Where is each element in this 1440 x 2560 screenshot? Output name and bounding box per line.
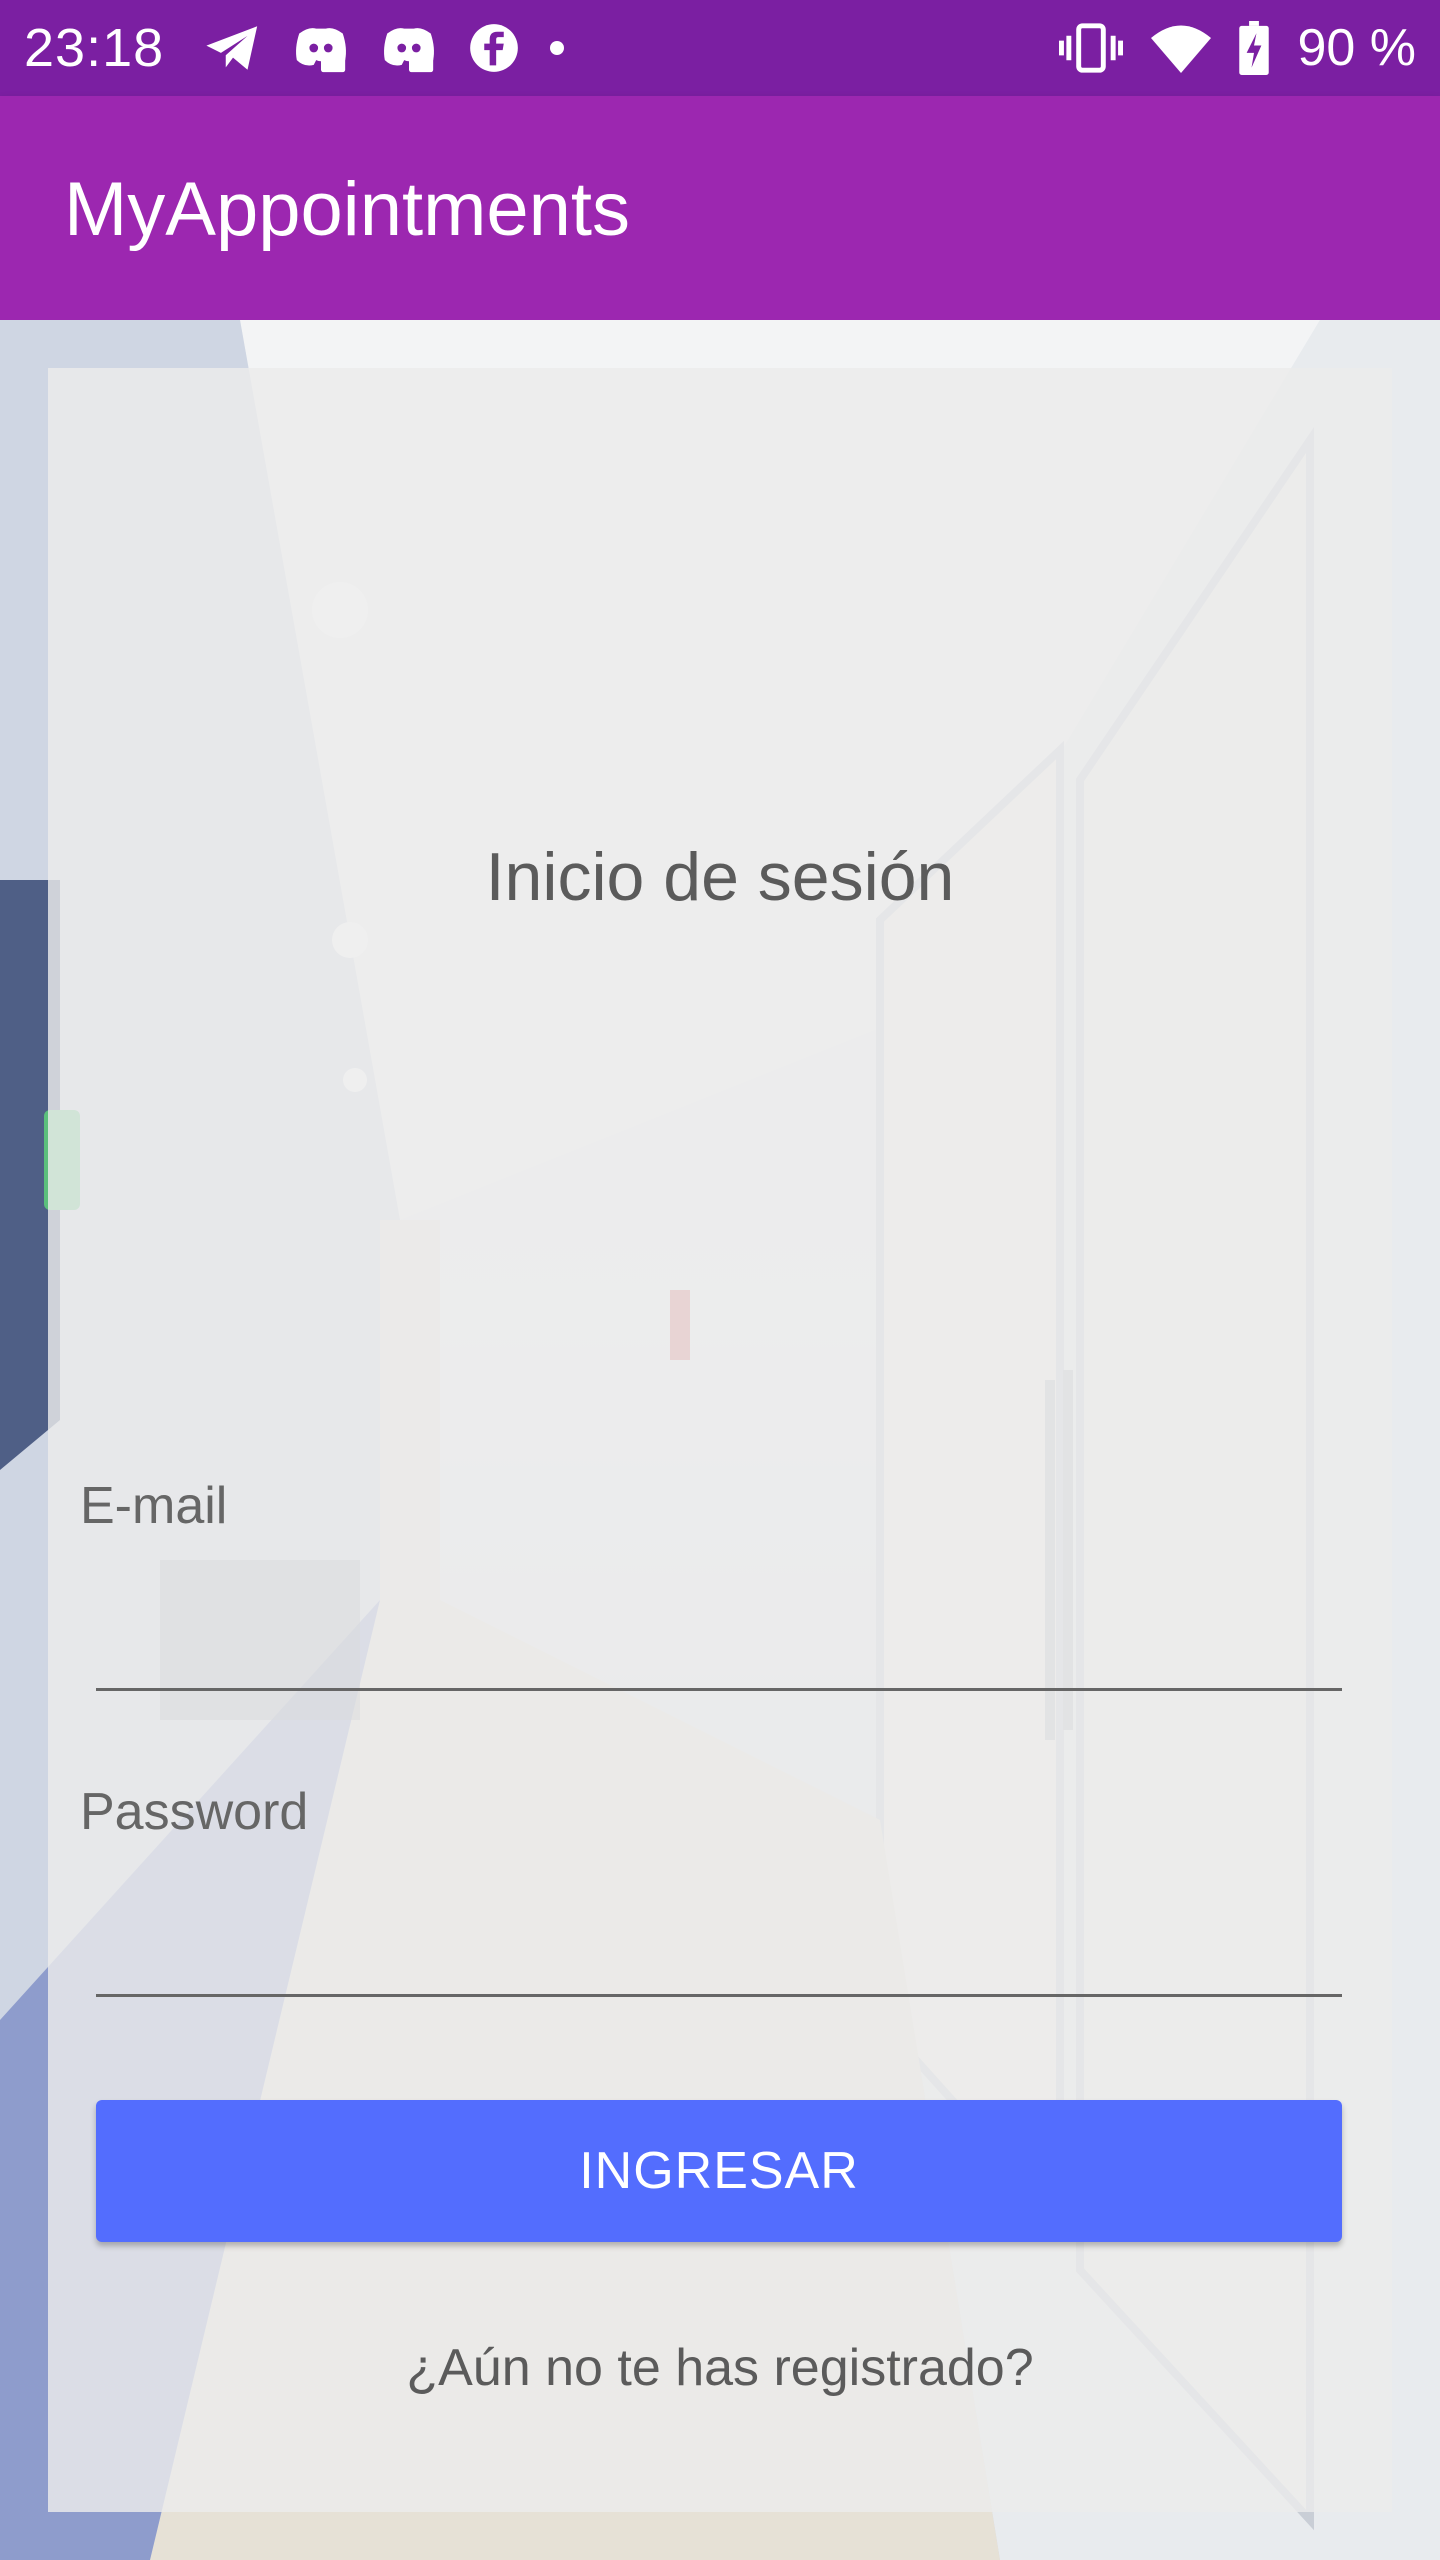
system-icons: 90 % xyxy=(1059,18,1416,78)
telegram-icon xyxy=(206,26,258,70)
status-time: 23:18 xyxy=(24,18,165,78)
register-link[interactable]: ¿Aún no te has registrado? xyxy=(48,2338,1392,2398)
login-title: Inicio de sesión xyxy=(485,839,955,915)
login-card: Inicio de sesión E-mail Password INGRESA… xyxy=(48,368,1392,2512)
discord-icon xyxy=(384,28,435,73)
discord-icon xyxy=(296,28,347,73)
password-field[interactable] xyxy=(96,1894,1342,1997)
wifi-icon xyxy=(1151,25,1212,73)
status-bar: 23:18 90 % xyxy=(0,0,1440,96)
battery-charging-icon xyxy=(1239,21,1270,75)
login-button[interactable]: INGRESAR xyxy=(96,2100,1342,2242)
password-label: Password xyxy=(80,1783,309,1841)
vibrate-icon xyxy=(1059,23,1124,73)
battery-percentage: 90 % xyxy=(1297,19,1416,77)
app-title: MyAppointments xyxy=(64,167,631,252)
notification-icons xyxy=(204,22,565,74)
notification-dot-icon xyxy=(550,41,565,55)
app-bar: MyAppointments xyxy=(0,96,1440,320)
email-field[interactable] xyxy=(96,1588,1342,1691)
facebook-icon xyxy=(470,24,518,72)
email-label: E-mail xyxy=(80,1477,228,1535)
